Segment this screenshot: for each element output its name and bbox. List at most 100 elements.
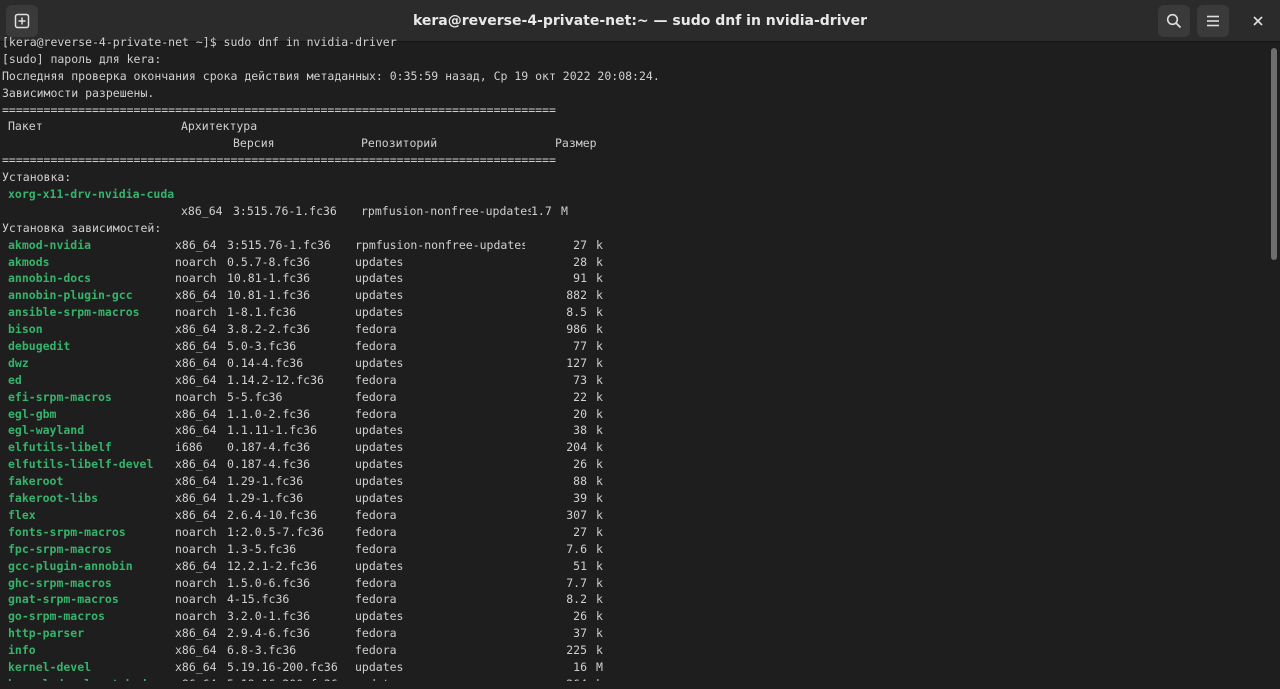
table-row: info x86_64 6.8-3.fc36 fedora 225 k xyxy=(2,642,1268,659)
package-version: 6.8-3.fc36 xyxy=(227,643,297,658)
package-size-unit: k xyxy=(596,474,603,489)
package-size-unit: k xyxy=(596,592,603,607)
package-name: go-srpm-macros xyxy=(8,609,105,624)
package-size-unit: k xyxy=(596,626,603,641)
package-version: 1:2.0.5-7.fc36 xyxy=(227,524,324,539)
table-row: bison x86_64 3.8.2-2.fc36 fedora 986 k xyxy=(2,321,1268,338)
package-size-unit: k xyxy=(596,575,603,590)
package-name: efi-srpm-macros xyxy=(8,389,112,404)
header-spacer xyxy=(2,135,233,152)
header-repo: Репозиторий xyxy=(361,136,438,151)
terminal-output[interactable]: [kera@reverse-4-private-net ~]$ sudo dnf… xyxy=(0,34,1268,681)
header-package: Пакет xyxy=(8,119,43,134)
package-repo: fedora xyxy=(355,541,397,556)
package-size-unit: k xyxy=(596,254,603,269)
table-row: ansible-srpm-macros noarch 1-8.1.fc36 updat… xyxy=(2,304,1268,321)
package-size-unit: k xyxy=(596,524,603,539)
table-row: efi-srpm-macros noarch 5-5.fc36 fedora 22 k xyxy=(2,389,1268,406)
package-name: elfutils-libelf xyxy=(8,440,112,455)
package-repo: fedora xyxy=(355,626,397,641)
package-size-unit: k xyxy=(596,507,603,522)
package-repo: updates xyxy=(355,609,404,624)
package-size: 127 xyxy=(566,355,587,370)
package-repo: rpmfusion-nonfree-updates xyxy=(361,203,531,218)
package-version: 1.1.11-1.fc36 xyxy=(227,423,318,438)
package-size: 37 xyxy=(573,626,587,641)
package-repo: fedora xyxy=(355,507,397,522)
table-header-row-1: Пакет Архитектура xyxy=(2,118,1268,135)
package-size: 264 xyxy=(525,676,587,681)
table-row: flex x86_64 2.6.4-10.fc36 fedora 307 k xyxy=(2,507,1268,524)
table-row: fakeroot-libs x86_64 1.29-1.fc36 updates 39 k xyxy=(2,490,1268,507)
package-size-unit: k xyxy=(596,339,603,354)
package-arch: x86_64 xyxy=(175,626,217,641)
package-version: 0.5.7-8.fc36 xyxy=(227,254,311,269)
package-arch: x86_64 xyxy=(181,203,223,218)
table-row: elfutils-libelf-devel x86_64 0.187-4.fc36 u… xyxy=(2,456,1268,473)
close-icon xyxy=(1253,16,1263,26)
package-size-unit: M xyxy=(596,659,603,674)
package-name: xorg-x11-drv-nvidia-cuda xyxy=(8,187,175,202)
package-version: 3.2.0-1.fc36 xyxy=(227,609,311,624)
table-row: gcc-plugin-annobin x86_64 12.2.1-2.fc36 upd… xyxy=(2,558,1268,575)
package-size-unit: k xyxy=(596,288,603,303)
package-size: 1.7 xyxy=(531,203,552,218)
package-size: 88 xyxy=(573,474,587,489)
package-version: 5.19.16-200.fc36 xyxy=(227,676,355,681)
table-row: fpc-srpm-macros noarch 1.3-5.fc36 fedora 7.6… xyxy=(2,541,1268,558)
package-version: 10.81-1.fc36 xyxy=(227,271,311,286)
package-version: 1-8.1.fc36 xyxy=(227,305,297,320)
package-repo: fedora xyxy=(355,643,397,658)
package-repo: updates xyxy=(355,558,404,573)
scrollbar-thumb[interactable] xyxy=(1271,48,1277,260)
package-size-unit: M xyxy=(561,203,568,218)
package-size-unit: k xyxy=(596,491,603,506)
package-size: 225 xyxy=(566,643,587,658)
package-version: 5.0-3.fc36 xyxy=(227,339,297,354)
package-version: 4-15.fc36 xyxy=(227,592,290,607)
search-button[interactable] xyxy=(1158,5,1190,37)
package-size: 986 xyxy=(566,322,587,337)
package-name: ghc-srpm-macros xyxy=(8,575,112,590)
package-version: 12.2.1-2.fc36 xyxy=(227,558,318,573)
package-arch: noarch xyxy=(175,609,217,624)
table-row: kernel-devel x86_64 5.19.16-200.fc36 update… xyxy=(2,659,1268,676)
metadata-line: Последняя проверка окончания срока дейст… xyxy=(2,68,660,83)
package-size-unit: k xyxy=(596,457,603,472)
package-repo: updates xyxy=(355,676,525,681)
package-arch: noarch xyxy=(175,305,217,320)
table-row: debugedit x86_64 5.0-3.fc36 fedora 77 k xyxy=(2,338,1268,355)
close-button[interactable] xyxy=(1242,5,1274,37)
package-version: 0.14-4.fc36 xyxy=(227,355,304,370)
package-size: 27 xyxy=(573,524,587,539)
package-name: kernel-devel xyxy=(8,659,92,674)
package-name: fonts-srpm-macros xyxy=(8,524,126,539)
package-repo: updates xyxy=(355,254,404,269)
menu-button[interactable] xyxy=(1197,5,1229,37)
package-name: debugedit xyxy=(8,339,71,354)
package-repo: updates xyxy=(355,288,404,303)
search-icon xyxy=(1166,13,1182,29)
package-repo: fedora xyxy=(355,389,397,404)
package-size: 91 xyxy=(573,271,587,286)
package-size: 73 xyxy=(573,372,587,387)
package-name: akmods xyxy=(8,254,50,269)
table-row: ghc-srpm-macros noarch 1.5.0-6.fc36 fedora 7… xyxy=(2,575,1268,592)
package-version: 3:515.76-1.fc36 xyxy=(233,203,337,218)
package-size-unit: k xyxy=(596,237,603,252)
package-size-unit: k xyxy=(596,372,603,387)
package-version: 1.14.2-12.fc36 xyxy=(227,372,324,387)
package-size: 307 xyxy=(566,507,587,522)
table-row: elfutils-libelf i686 0.187-4.fc36 updates 20… xyxy=(2,439,1268,456)
package-version: 2.6.4-10.fc36 xyxy=(227,507,318,522)
package-repo: updates xyxy=(355,423,404,438)
header-arch: Архитектура xyxy=(181,119,258,134)
deps-resolved-line: Зависимости разрешены. xyxy=(2,85,155,100)
command-line: [kera@reverse-4-private-net ~]$ sudo dnf… xyxy=(2,35,397,49)
package-size: 7.7 xyxy=(566,575,587,590)
dependency-list: akmod-nvidia x86_64 3:515.76-1.fc36 rpmfusi… xyxy=(2,237,1268,681)
package-version: 1.29-1.fc36 xyxy=(227,491,304,506)
package-size: 22 xyxy=(573,389,587,404)
package-repo: fedora xyxy=(355,372,397,387)
package-size-unit: k xyxy=(596,541,603,556)
